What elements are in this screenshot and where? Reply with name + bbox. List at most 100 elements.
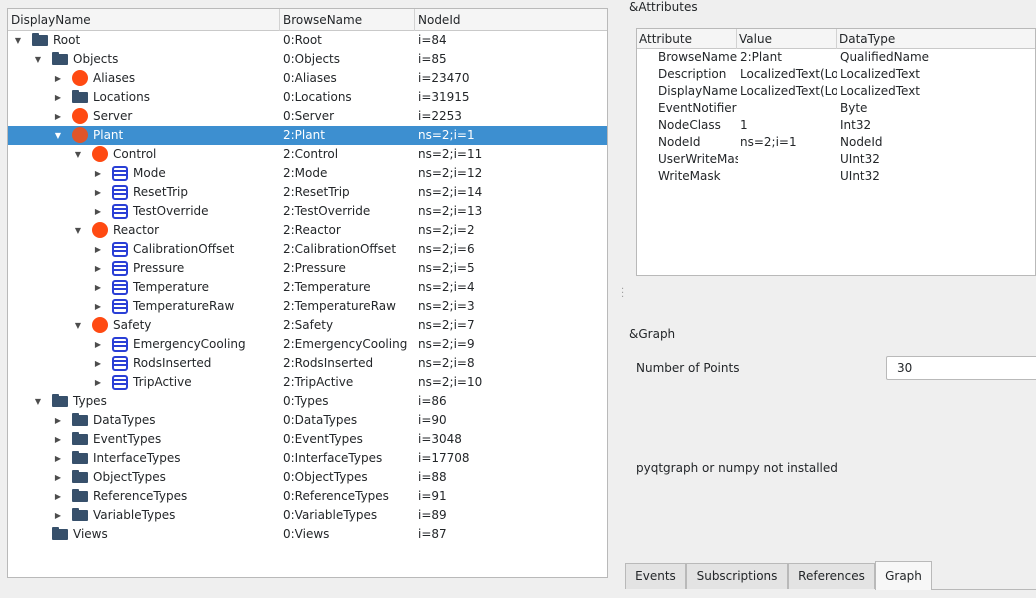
chevron-right-icon[interactable]: ▶ xyxy=(53,449,63,468)
tree-row[interactable]: ▶ Aliases 0:Aliases i=23470 xyxy=(8,69,607,88)
chevron-down-icon[interactable]: ▼ xyxy=(73,145,83,164)
attribute-row[interactable]: WriteMask UInt32 xyxy=(637,168,1035,185)
tree-row[interactable]: ▶ ObjectTypes 0:ObjectTypes i=88 xyxy=(8,468,607,487)
attribute-value-cell xyxy=(740,100,837,117)
chevron-right-icon[interactable]: ▶ xyxy=(53,411,63,430)
tree-cell-browsename: 0:Objects xyxy=(283,52,341,66)
tree-row[interactable]: ▶ InterfaceTypes 0:InterfaceTypes i=17708 xyxy=(8,449,607,468)
chevron-right-icon[interactable]: ▶ xyxy=(53,88,63,107)
tree-cell-browsename: 0:Root xyxy=(283,33,322,47)
chevron-right-icon[interactable]: ▶ xyxy=(53,69,63,88)
tree-row[interactable]: Views 0:Views i=87 xyxy=(8,525,607,544)
tree-cell-nodeid: ns=2;i=4 xyxy=(418,280,475,294)
chevron-down-icon[interactable]: ▼ xyxy=(13,31,23,50)
chevron-down-icon[interactable]: ▼ xyxy=(33,392,43,411)
tree-row[interactable]: ▼ Objects 0:Objects i=85 xyxy=(8,50,607,69)
attribute-row[interactable]: BrowseName 2:Plant QualifiedName xyxy=(637,49,1035,66)
chevron-right-icon[interactable]: ▶ xyxy=(93,164,103,183)
column-header-attribute[interactable]: Attribute xyxy=(637,29,737,49)
tree-node-label: CalibrationOffset xyxy=(133,242,235,256)
tree-row[interactable]: ▶ Locations 0:Locations i=31915 xyxy=(8,88,607,107)
tree-node-label: Mode xyxy=(133,166,166,180)
tree-node-label: Locations xyxy=(93,90,151,104)
chevron-right-icon[interactable]: ▶ xyxy=(93,373,103,392)
tree-row[interactable]: ▶ TripActive 2:TripActive ns=2;i=10 xyxy=(8,373,607,392)
chevron-right-icon[interactable]: ▶ xyxy=(93,183,103,202)
chevron-right-icon[interactable]: ▶ xyxy=(93,354,103,373)
column-header-browsename[interactable]: BrowseName xyxy=(280,9,415,31)
tree-cell-nodeid: i=84 xyxy=(418,33,447,47)
tree-row[interactable]: ▼ Plant 2:Plant ns=2;i=1 xyxy=(8,126,607,145)
chevron-right-icon[interactable]: ▶ xyxy=(53,506,63,525)
chevron-right-icon[interactable]: ▶ xyxy=(93,240,103,259)
tree-row[interactable]: ▼ Types 0:Types i=86 xyxy=(8,392,607,411)
chevron-right-icon[interactable]: ▶ xyxy=(93,335,103,354)
tree-cell-displayname: ▶ Aliases xyxy=(8,69,280,88)
tree-row[interactable]: ▶ RodsInserted 2:RodsInserted ns=2;i=8 xyxy=(8,354,607,373)
attributes-table[interactable]: Attribute Value DataType BrowseName 2:Pla… xyxy=(636,28,1036,276)
tab-events[interactable]: Events xyxy=(625,563,686,589)
chevron-right-icon[interactable]: ▶ xyxy=(93,259,103,278)
tree-row[interactable]: ▶ ResetTrip 2:ResetTrip ns=2;i=14 xyxy=(8,183,607,202)
attribute-row[interactable]: NodeId ns=2;i=1 NodeId xyxy=(637,134,1035,151)
splitter-handle[interactable]: · · · xyxy=(621,285,624,303)
tree-row[interactable]: ▼ Safety 2:Safety ns=2;i=7 xyxy=(8,316,607,335)
attribute-row[interactable]: NodeClass 1 Int32 xyxy=(637,117,1035,134)
tree-row[interactable]: ▼ Root 0:Root i=84 xyxy=(8,31,607,50)
tree-cell-browsename: 2:Plant xyxy=(283,128,325,142)
folder-icon xyxy=(52,527,68,540)
chevron-down-icon[interactable]: ▼ xyxy=(33,50,43,69)
tree-cell-displayname: ▶ Temperature xyxy=(8,278,280,297)
tree-row[interactable]: ▶ TemperatureRaw 2:TemperatureRaw ns=2;i=3 xyxy=(8,297,607,316)
tree-node-label: Aliases xyxy=(93,71,136,85)
chevron-right-icon[interactable]: ▶ xyxy=(53,468,63,487)
tree-cell-nodeid: i=85 xyxy=(418,52,447,66)
tree-row[interactable]: ▶ CalibrationOffset 2:CalibrationOffset ns=… xyxy=(8,240,607,259)
chevron-right-icon[interactable]: ▶ xyxy=(53,487,63,506)
tree-row[interactable]: ▶ TestOverride 2:TestOverride ns=2;i=13 xyxy=(8,202,607,221)
tree-row[interactable]: ▶ Temperature 2:Temperature ns=2;i=4 xyxy=(8,278,607,297)
attribute-name-cell: WriteMask xyxy=(658,169,721,183)
column-header-displayname[interactable]: DisplayName xyxy=(8,9,280,31)
tree-cell-displayname: ▶ Server xyxy=(8,107,280,126)
attribute-row[interactable]: UserWriteMas UInt32 xyxy=(637,151,1035,168)
attribute-row[interactable]: DisplayName LocalizedText(Loc LocalizedTex… xyxy=(637,83,1035,100)
column-header-value[interactable]: Value xyxy=(737,29,837,49)
tree-cell-displayname: ▶ Locations xyxy=(8,88,280,107)
tree-row[interactable]: ▼ Reactor 2:Reactor ns=2;i=2 xyxy=(8,221,607,240)
chevron-down-icon[interactable]: ▼ xyxy=(73,316,83,335)
tree-row[interactable]: ▶ Mode 2:Mode ns=2;i=12 xyxy=(8,164,607,183)
tree-node-label: ObjectTypes xyxy=(93,470,166,484)
tree-row[interactable]: ▶ Server 0:Server i=2253 xyxy=(8,107,607,126)
chevron-right-icon[interactable]: ▶ xyxy=(93,202,103,221)
attribute-value-cell xyxy=(740,151,837,168)
tree-row[interactable]: ▶ EmergencyCooling 2:EmergencyCooling ns=2;… xyxy=(8,335,607,354)
chevron-down-icon[interactable]: ▼ xyxy=(73,221,83,240)
chevron-right-icon[interactable]: ▶ xyxy=(53,430,63,449)
tab-references[interactable]: References xyxy=(788,563,875,589)
tree-cell-browsename: 0:Locations xyxy=(283,90,352,104)
column-header-nodeid[interactable]: NodeId xyxy=(415,9,607,31)
attribute-row[interactable]: EventNotifier Byte xyxy=(637,100,1035,117)
tab-subscriptions[interactable]: Subscriptions xyxy=(686,563,788,589)
tree-row[interactable]: ▶ DataTypes 0:DataTypes i=90 xyxy=(8,411,607,430)
chevron-down-icon[interactable]: ▼ xyxy=(53,126,63,145)
address-space-tree[interactable]: DisplayName BrowseName NodeId ▼ Root 0:Roo… xyxy=(7,8,608,578)
chevron-right-icon[interactable]: ▶ xyxy=(93,278,103,297)
number-of-points-input[interactable]: 30 xyxy=(886,356,1036,380)
tree-cell-nodeid: ns=2;i=3 xyxy=(418,299,475,313)
graph-status-message: pyqtgraph or numpy not installed xyxy=(636,461,838,475)
tree-cell-browsename: 0:Server xyxy=(283,109,335,123)
chevron-right-icon[interactable]: ▶ xyxy=(93,297,103,316)
tree-row[interactable]: ▶ EventTypes 0:EventTypes i=3048 xyxy=(8,430,607,449)
tree-row[interactable]: ▶ Pressure 2:Pressure ns=2;i=5 xyxy=(8,259,607,278)
column-header-datatype[interactable]: DataType xyxy=(837,29,1035,49)
tree-row[interactable]: ▶ ReferenceTypes 0:ReferenceTypes i=91 xyxy=(8,487,607,506)
tree-row[interactable]: ▼ Control 2:Control ns=2;i=11 xyxy=(8,145,607,164)
tree-row[interactable]: ▶ VariableTypes 0:VariableTypes i=89 xyxy=(8,506,607,525)
chevron-right-icon[interactable]: ▶ xyxy=(53,107,63,126)
attribute-row[interactable]: Description LocalizedText(Loc LocalizedTex… xyxy=(637,66,1035,83)
folder-icon xyxy=(32,33,48,46)
tab-graph[interactable]: Graph xyxy=(875,561,932,590)
tree-cell-nodeid: ns=2;i=7 xyxy=(418,318,475,332)
